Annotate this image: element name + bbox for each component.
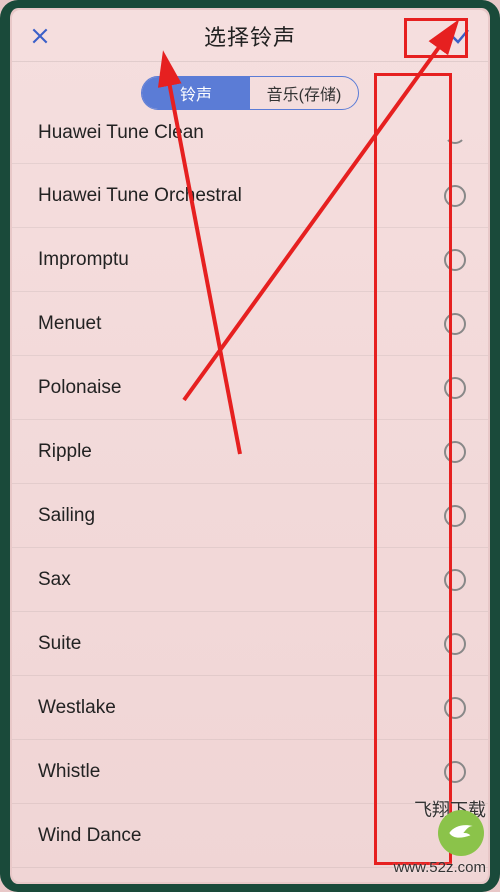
list-item-label: Huawei Tune Orchestral — [38, 185, 242, 207]
bird-icon — [447, 819, 475, 847]
list-item[interactable]: Impromptu — [12, 228, 488, 292]
list-item[interactable]: Westlake — [12, 676, 488, 740]
list-item[interactable]: Huawei Tune Orchestral — [12, 164, 488, 228]
radio-icon — [444, 185, 466, 207]
screen: 选择铃声 铃声 音乐(存储) Huawei Tune Clean Huawei … — [12, 10, 488, 882]
radio-icon — [444, 249, 466, 271]
check-icon — [448, 24, 472, 48]
list-item-label: Huawei Tune Clean — [38, 122, 204, 144]
ringtone-list: Huawei Tune Clean Huawei Tune Orchestral… — [12, 120, 488, 882]
tab-bar: 铃声 音乐(存储) — [12, 62, 488, 120]
list-item[interactable]: Sax — [12, 548, 488, 612]
list-item-label: Impromptu — [38, 249, 129, 271]
tab-ringtone[interactable]: 铃声 — [142, 77, 250, 109]
radio-icon — [444, 505, 466, 527]
list-item-label: Sax — [38, 569, 71, 591]
list-item-label: Sailing — [38, 505, 95, 527]
radio-icon — [444, 377, 466, 399]
list-item[interactable]: Menuet — [12, 292, 488, 356]
close-button[interactable] — [26, 22, 54, 50]
list-item-label: Westlake — [38, 697, 116, 719]
list-item-label: Wind Dance — [38, 825, 142, 847]
segment-control: 铃声 音乐(存储) — [141, 76, 359, 110]
list-item-label: Menuet — [38, 313, 101, 335]
list-item-label: Polonaise — [38, 377, 121, 399]
header: 选择铃声 — [12, 10, 488, 62]
watermark-url: www.52z.com — [393, 859, 486, 876]
list-item[interactable]: Polonaise — [12, 356, 488, 420]
page-title: 选择铃声 — [204, 20, 296, 52]
list-item-label: Whistle — [38, 761, 100, 783]
tab-music-storage[interactable]: 音乐(存储) — [250, 77, 358, 109]
radio-icon — [444, 569, 466, 591]
radio-icon — [444, 441, 466, 463]
radio-icon — [444, 313, 466, 335]
confirm-button[interactable] — [446, 22, 474, 50]
list-item-label: Suite — [38, 633, 81, 655]
radio-icon — [444, 122, 466, 144]
list-item[interactable]: Suite — [12, 612, 488, 676]
radio-icon — [444, 633, 466, 655]
list-item-label: Ripple — [38, 441, 92, 463]
list-item[interactable]: Huawei Tune Clean — [12, 120, 488, 164]
watermark-logo — [438, 810, 484, 856]
list-item[interactable]: Sailing — [12, 484, 488, 548]
list-item[interactable]: Whistle — [12, 740, 488, 804]
radio-icon — [444, 761, 466, 783]
list-item[interactable]: Ripple — [12, 420, 488, 484]
radio-icon — [444, 697, 466, 719]
close-icon — [30, 26, 50, 46]
